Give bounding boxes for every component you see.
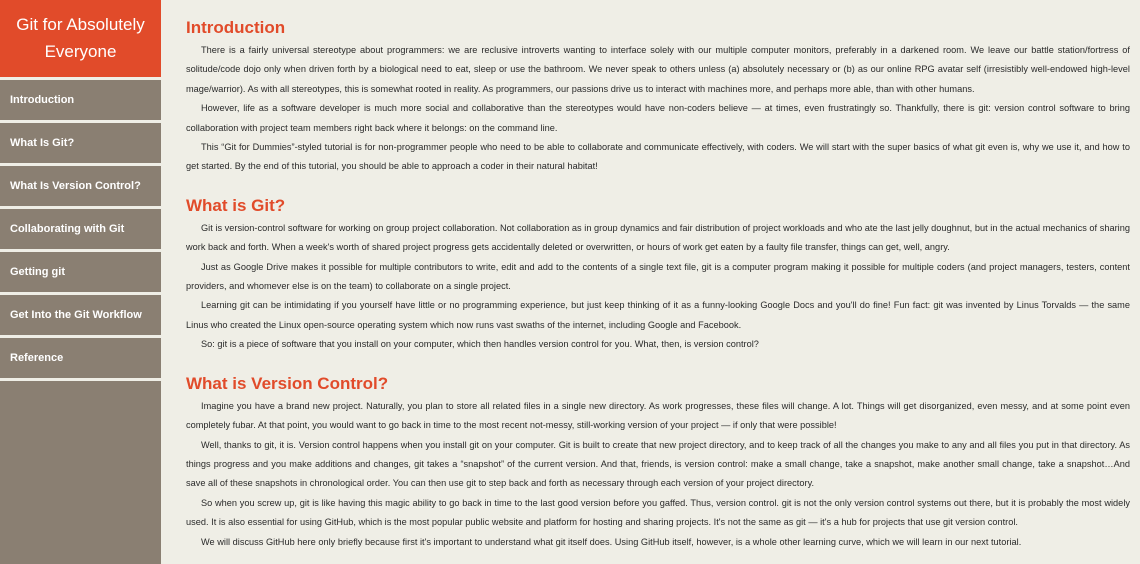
paragraph: We will discuss GitHub here only briefly…	[201, 536, 1022, 547]
paragraph: Git is version-control software for work…	[186, 222, 1130, 253]
paragraph: Imagine you have a brand new project. Na…	[186, 400, 1130, 431]
paragraph: So when you screw up, git is like having…	[186, 497, 1130, 528]
sidebar-nav: Introduction What Is Git? What Is Versio…	[0, 77, 161, 381]
section-introduction: Introduction There is a fairly universal…	[186, 18, 1130, 177]
site-title-line-1: Git for Absolutely	[16, 15, 145, 34]
sidebar-item-reference[interactable]: Reference	[0, 338, 161, 381]
sidebar-item-what-is-git[interactable]: What Is Git?	[0, 123, 161, 166]
paragraph: Just as Google Drive makes it possible f…	[186, 261, 1130, 292]
site-title[interactable]: Git for Absolutely Everyone	[0, 0, 161, 77]
sidebar-item-git-workflow[interactable]: Get Into the Git Workflow	[0, 295, 161, 338]
sidebar: Git for Absolutely Everyone Introduction…	[0, 0, 161, 564]
sidebar-item-what-is-version-control[interactable]: What Is Version Control?	[0, 166, 161, 209]
paragraph: So: git is a piece of software that you …	[201, 339, 759, 350]
section-what-is-version-control: What is Version Control? Imagine you hav…	[186, 374, 1130, 552]
section-what-is-git: What is Git? Git is version-control soft…	[186, 196, 1130, 355]
paragraph: This “Git for Dummies”-styled tutorial i…	[186, 142, 1130, 172]
section-heading: What is Git?	[186, 195, 286, 215]
section-heading: What is Version Control?	[186, 373, 389, 393]
sidebar-item-collaborating-with-git[interactable]: Collaborating with Git	[0, 209, 161, 252]
paragraph: Well, thanks to git, it is. Version cont…	[186, 439, 1130, 489]
paragraph: There is a fairly universal stereotype a…	[186, 45, 1130, 94]
site-title-line-2: Everyone	[44, 42, 117, 61]
main-content: Introduction There is a fairly universal…	[186, 0, 1130, 552]
paragraph: However, life as a software developer is…	[186, 103, 1130, 133]
sidebar-item-getting-git[interactable]: Getting git	[0, 252, 161, 295]
paragraph: Learning git can be intimidating if you …	[186, 300, 1130, 330]
sidebar-item-introduction[interactable]: Introduction	[0, 80, 161, 123]
section-heading: Introduction	[186, 18, 286, 37]
